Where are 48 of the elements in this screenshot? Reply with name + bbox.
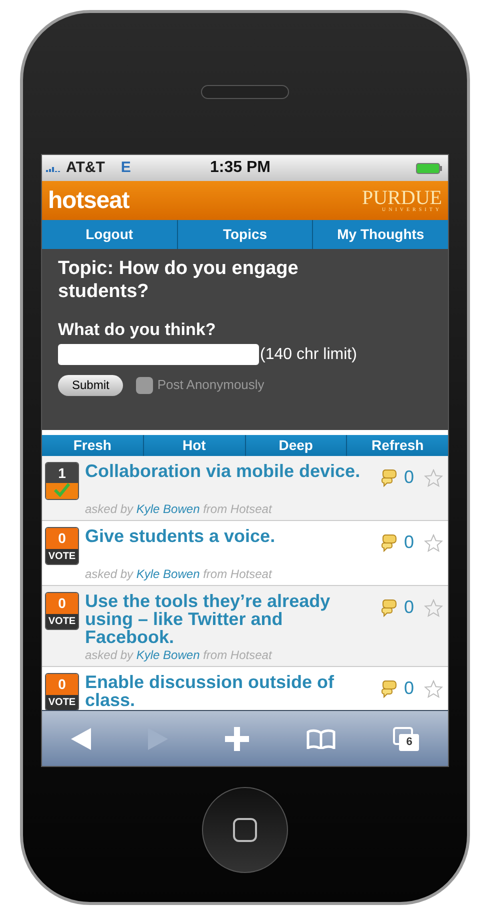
- star-icon[interactable]: [424, 598, 443, 616]
- comment-count: 0: [404, 677, 414, 700]
- speech-bubbles-icon: [380, 680, 398, 698]
- comment-count: 0: [404, 531, 414, 554]
- submit-button[interactable]: Submit: [58, 374, 124, 396]
- speech-bubbles-icon: [380, 598, 398, 616]
- star-icon[interactable]: [424, 680, 443, 698]
- author-link[interactable]: Kyle Bowen: [136, 648, 200, 662]
- comment-count: 0: [404, 466, 414, 489]
- forward-arrow-icon[interactable]: [148, 728, 168, 750]
- carrier-label: AT&T: [66, 158, 105, 178]
- limit-hint: (140 chr limit): [260, 344, 357, 364]
- purdue-wordmark: PURDUE: [362, 188, 442, 208]
- asked-by-line: asked by Kyle Bowen from Hotseat: [85, 647, 272, 663]
- checkbox-label: Post Anonymously: [157, 376, 264, 394]
- signal-icon: [46, 164, 62, 172]
- asked-by-line: asked by Kyle Bowen from Hotseat: [85, 501, 272, 517]
- speech-bubbles-icon: [380, 468, 398, 486]
- clock-time: 1:35 PM: [210, 158, 270, 178]
- plus-icon[interactable]: [224, 726, 249, 750]
- hotseat-logo: hotseat: [48, 186, 130, 216]
- network-label: E: [120, 158, 131, 178]
- checkmark-icon: [54, 483, 70, 497]
- vote-button[interactable]: 0 VOTE: [45, 527, 79, 565]
- star-icon[interactable]: [424, 468, 443, 486]
- voted-badge[interactable]: 1: [45, 462, 79, 500]
- book-icon[interactable]: [306, 728, 336, 748]
- question-title[interactable]: Collaboration via mobile device.: [85, 462, 365, 480]
- vote-button[interactable]: 0 VOTE: [45, 673, 79, 710]
- checkbox[interactable]: [136, 376, 154, 394]
- question-title[interactable]: Enable discussion outside of class.: [85, 673, 365, 709]
- topic-title: Topic: How do you engage students?: [58, 257, 300, 303]
- comment-count: 0: [404, 596, 414, 619]
- asked-by-line: asked by Kyle Bowen from Hotseat: [85, 566, 272, 582]
- question-title[interactable]: Give students a voice.: [85, 527, 365, 545]
- question-title[interactable]: Use the tools they’re already using – like Twitter and Facebook.: [85, 592, 365, 646]
- nav-tab[interactable]: Logout: [42, 220, 177, 249]
- vote-button[interactable]: 0 VOTE: [45, 592, 79, 630]
- speech-bubbles-icon: [380, 534, 398, 552]
- battery-icon: [416, 162, 442, 174]
- nav-tab[interactable]: Fresh: [42, 435, 143, 456]
- star-icon[interactable]: [424, 534, 443, 552]
- author-link[interactable]: Kyle Bowen: [136, 567, 200, 581]
- answer-field[interactable]: [58, 344, 259, 365]
- prompt-label: What do you think?: [58, 319, 217, 341]
- author-link[interactable]: Kyle Bowen: [136, 502, 200, 516]
- back-arrow-icon[interactable]: [70, 728, 91, 750]
- square-icon: [233, 818, 257, 842]
